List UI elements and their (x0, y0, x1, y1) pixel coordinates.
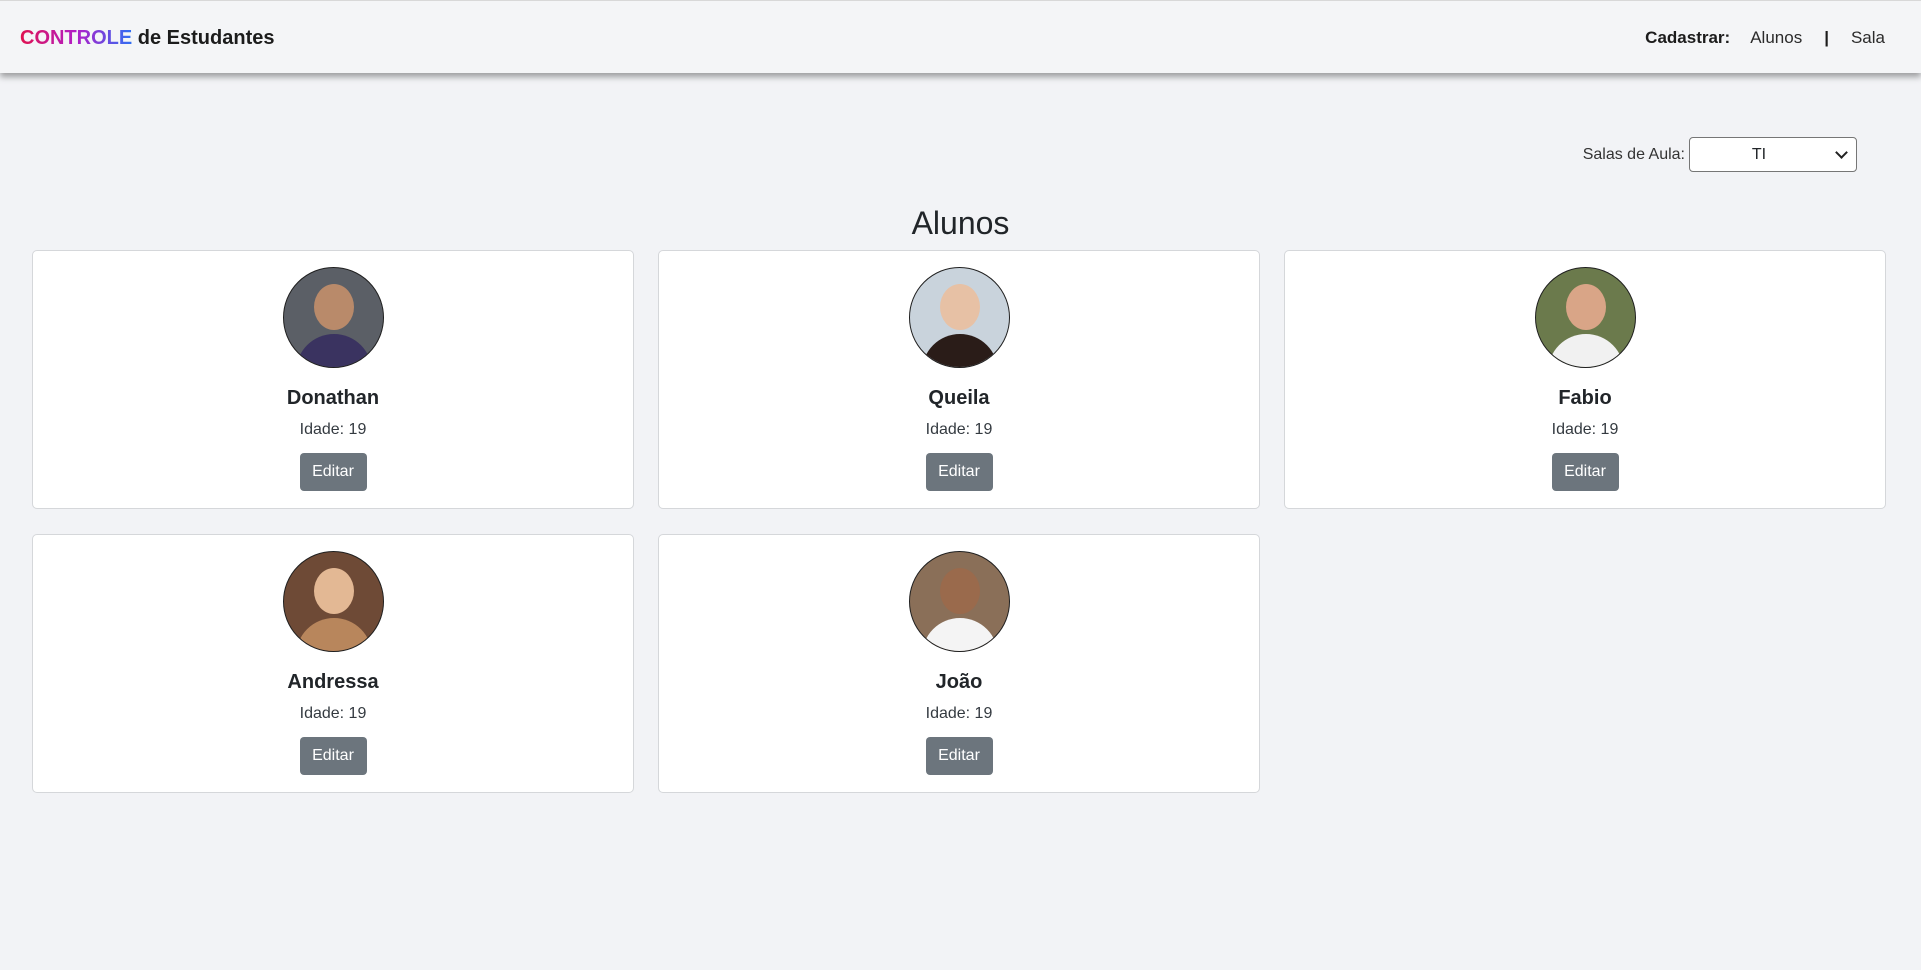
student-card: Fabio Idade: 19 Editar (1284, 250, 1886, 509)
avatar-head-shape (313, 284, 354, 330)
student-name: Fabio (1558, 387, 1612, 409)
student-name: João (935, 671, 983, 693)
avatar (908, 551, 1010, 652)
edit-button[interactable]: Editar (925, 737, 993, 775)
avatar-head-shape (939, 568, 980, 614)
student-grid: Donathan Idade: 19 Editar Queila Idade: … (32, 250, 1886, 793)
student-name: Queila (928, 387, 990, 409)
edit-button[interactable]: Editar (299, 453, 367, 491)
student-age: Idade: 19 (299, 421, 367, 438)
chevron-down-icon (1835, 146, 1848, 159)
avatar (282, 551, 384, 652)
edit-button[interactable]: Editar (925, 453, 993, 491)
classroom-select-value: TI (1751, 146, 1767, 163)
student-card: Donathan Idade: 19 Editar (32, 250, 634, 509)
nav-link-alunos[interactable]: Alunos (1750, 28, 1802, 48)
avatar-torso-shape (295, 618, 372, 651)
classroom-filter-label: Salas de Aula: (1582, 145, 1685, 163)
avatar (1534, 267, 1636, 368)
student-card: João Idade: 19 Editar (658, 534, 1260, 793)
avatar (282, 267, 384, 368)
classroom-select[interactable]: TI (1689, 137, 1857, 172)
student-age: Idade: 19 (1551, 421, 1619, 438)
brand-rest-text: de Estudantes (137, 27, 275, 49)
brand-logo[interactable]: CONTROLE de Estudantes (20, 27, 274, 50)
student-card: Andressa Idade: 19 Editar (32, 534, 634, 793)
avatar-torso-shape (921, 618, 998, 651)
edit-button[interactable]: Editar (1551, 453, 1619, 491)
avatar-head-shape (939, 284, 980, 330)
register-label: Cadastrar: (1645, 28, 1731, 47)
avatar-head-shape (1565, 284, 1606, 330)
brand-accent-text: CONTROLE (20, 27, 133, 49)
nav-separator: | (1824, 28, 1829, 47)
navbar: CONTROLE de Estudantes Cadastrar: Alunos… (0, 0, 1921, 73)
student-age: Idade: 19 (299, 705, 367, 722)
nav-link-sala[interactable]: Sala (1851, 28, 1885, 48)
register-nav: Cadastrar: Alunos | Sala (1645, 28, 1885, 48)
avatar-torso-shape (1547, 334, 1624, 367)
student-age: Idade: 19 (925, 421, 993, 438)
student-age: Idade: 19 (925, 705, 993, 722)
avatar-head-shape (313, 568, 354, 614)
classroom-filter: Salas de Aula: TI (1583, 137, 1857, 172)
avatar-torso-shape (295, 334, 372, 367)
avatar-torso-shape (921, 334, 998, 367)
edit-button[interactable]: Editar (299, 737, 367, 775)
avatar (908, 267, 1010, 368)
page-title: Alunos (911, 205, 1010, 241)
student-name: Donathan (286, 387, 380, 409)
student-name: Andressa (287, 671, 379, 693)
student-card: Queila Idade: 19 Editar (658, 250, 1260, 509)
